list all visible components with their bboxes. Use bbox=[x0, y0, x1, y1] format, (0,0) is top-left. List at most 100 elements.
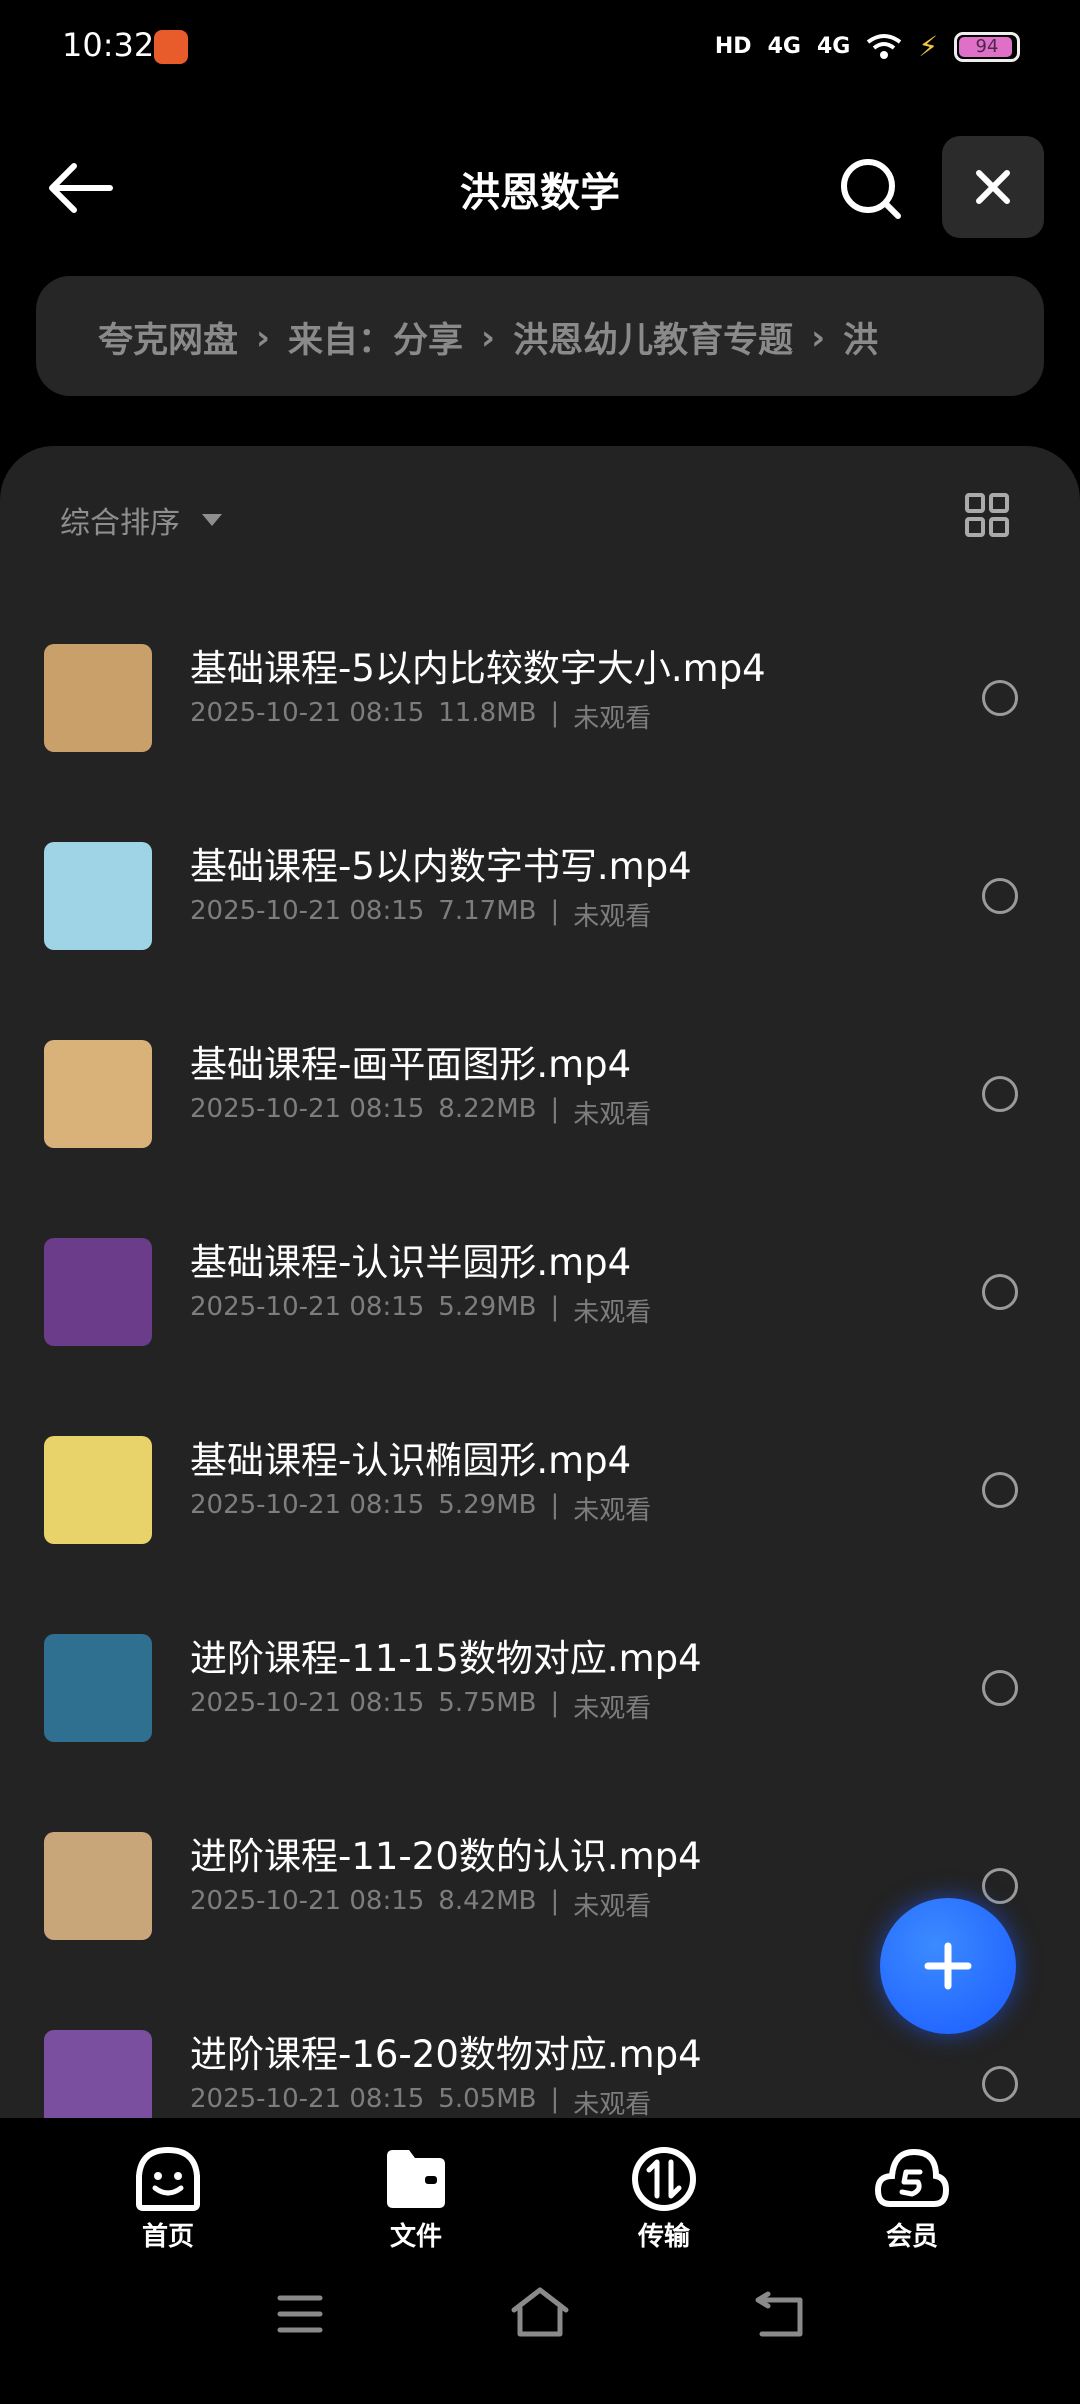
smile-icon bbox=[136, 2146, 200, 2211]
plus-icon bbox=[924, 1942, 972, 1990]
file-meta: 2025-10-21 08:15 5.75MB | 未观看 bbox=[190, 1688, 651, 1725]
watch-status: 未观看 bbox=[573, 704, 652, 734]
watch-status: 未观看 bbox=[573, 1298, 652, 1328]
file-list-panel: 综合排序 基础课程-5以内比较数字大小.mp4 2025-10-21 08:15 1… bbox=[0, 446, 1080, 2118]
breadcrumb-item-current[interactable]: 洪 bbox=[843, 312, 878, 363]
charging-icon: ⚡ bbox=[918, 30, 938, 63]
system-nav-bar bbox=[0, 2258, 1080, 2404]
file-date: 2025-10-21 08:15 bbox=[190, 1688, 425, 1718]
file-row[interactable]: 进阶课程-11-15数物对应.mp4 2025-10-21 08:15 5.75MB… bbox=[0, 1586, 1080, 1784]
tab-home[interactable]: 首页 bbox=[98, 2146, 238, 2253]
watch-status: 未观看 bbox=[573, 902, 652, 932]
transfer-icon bbox=[632, 2147, 696, 2211]
caret-down-icon bbox=[202, 514, 222, 526]
menu-icon[interactable] bbox=[276, 2292, 324, 2336]
back-icon[interactable] bbox=[754, 2290, 806, 2338]
breadcrumb-item-root[interactable]: 夸克网盘 bbox=[98, 312, 238, 363]
video-thumbnail bbox=[44, 2030, 152, 2118]
file-date: 2025-10-21 08:15 bbox=[190, 1094, 425, 1124]
status-time: 10:32 bbox=[62, 26, 155, 64]
chevron-right-icon: › bbox=[256, 317, 271, 358]
file-row[interactable]: 基础课程-认识椭圆形.mp4 2025-10-21 08:15 5.29MB | 未观看 bbox=[0, 1388, 1080, 1586]
file-meta: 2025-10-21 08:15 11.8MB | 未观看 bbox=[190, 698, 651, 735]
file-name: 基础课程-画平面图形.mp4 bbox=[190, 1043, 632, 1086]
file-name: 基础课程-5以内数字书写.mp4 bbox=[190, 845, 692, 888]
meta-divider: | bbox=[550, 1886, 560, 1916]
file-meta: 2025-10-21 08:15 8.42MB | 未观看 bbox=[190, 1886, 651, 1923]
search-icon[interactable] bbox=[838, 156, 904, 222]
header: 洪恩数学 bbox=[0, 130, 1080, 240]
file-size: 5.75MB bbox=[438, 1688, 537, 1718]
file-size: 11.8MB bbox=[438, 698, 537, 728]
video-thumbnail bbox=[44, 644, 152, 752]
watch-status: 未观看 bbox=[573, 1496, 652, 1526]
close-icon bbox=[976, 170, 1010, 204]
meta-divider: | bbox=[550, 1292, 560, 1322]
tab-transfer-label: 传输 bbox=[637, 2222, 690, 2252]
file-size: 8.22MB bbox=[438, 1094, 537, 1124]
video-thumbnail bbox=[44, 842, 152, 950]
sort-label: 综合排序 bbox=[60, 506, 180, 541]
watch-status: 未观看 bbox=[573, 1100, 652, 1130]
video-thumbnail bbox=[44, 1832, 152, 1940]
file-row[interactable]: 基础课程-5以内比较数字大小.mp4 2025-10-21 08:15 11.8MB… bbox=[0, 596, 1080, 794]
tab-transfer[interactable]: 传输 bbox=[594, 2146, 734, 2253]
file-row[interactable]: 基础课程-画平面图形.mp4 2025-10-21 08:15 8.22MB | 未观看 bbox=[0, 992, 1080, 1190]
wifi-icon bbox=[867, 33, 902, 59]
video-thumbnail bbox=[44, 1634, 152, 1742]
select-radio[interactable] bbox=[982, 680, 1018, 716]
page-title: 洪恩数学 bbox=[460, 170, 620, 216]
watch-status: 未观看 bbox=[573, 1694, 652, 1724]
status-bar: 10:32 HD 4G 4G ⚡ 94 bbox=[0, 0, 1080, 100]
chevron-right-icon: › bbox=[481, 317, 496, 358]
cloud-s-icon bbox=[874, 2148, 950, 2207]
breadcrumb-item-share[interactable]: 来自：分享 bbox=[288, 312, 463, 363]
battery-icon: 94 bbox=[954, 31, 1020, 62]
file-meta: 2025-10-21 08:15 8.22MB | 未观看 bbox=[190, 1094, 651, 1131]
battery-level: 94 bbox=[975, 35, 999, 57]
file-meta: 2025-10-21 08:15 5.05MB | 未观看 bbox=[190, 2084, 651, 2118]
add-button[interactable] bbox=[880, 1898, 1016, 2034]
file-size: 7.17MB bbox=[438, 896, 537, 926]
breadcrumb: 夸克网盘 › 来自：分享 › 洪恩幼儿教育专题 › 洪 bbox=[36, 276, 1044, 396]
file-date: 2025-10-21 08:15 bbox=[190, 896, 425, 926]
chevron-right-icon: › bbox=[811, 317, 826, 358]
meta-divider: | bbox=[550, 1688, 560, 1718]
video-thumbnail bbox=[44, 1436, 152, 1544]
tab-vip[interactable]: 会员 bbox=[842, 2146, 982, 2253]
bottom-tab-bar: 首页 文件 传输 会员 bbox=[0, 2118, 1080, 2258]
watch-status: 未观看 bbox=[573, 2090, 652, 2118]
select-radio[interactable] bbox=[982, 878, 1018, 914]
select-radio[interactable] bbox=[982, 1472, 1018, 1508]
sort-dropdown[interactable]: 综合排序 bbox=[60, 498, 222, 542]
select-radio[interactable] bbox=[982, 1076, 1018, 1112]
file-date: 2025-10-21 08:15 bbox=[190, 2084, 425, 2114]
hd-icon: HD bbox=[714, 34, 752, 59]
file-row[interactable]: 基础课程-5以内数字书写.mp4 2025-10-21 08:15 7.17MB | 未… bbox=[0, 794, 1080, 992]
select-radio[interactable] bbox=[982, 1868, 1018, 1904]
meta-divider: | bbox=[550, 698, 560, 728]
select-radio[interactable] bbox=[982, 1670, 1018, 1706]
file-name: 基础课程-5以内比较数字大小.mp4 bbox=[190, 647, 766, 690]
file-row[interactable]: 基础课程-认识半圆形.mp4 2025-10-21 08:15 5.29MB | 未观看 bbox=[0, 1190, 1080, 1388]
close-button[interactable] bbox=[942, 136, 1044, 238]
select-radio[interactable] bbox=[982, 1274, 1018, 1310]
select-radio[interactable] bbox=[982, 2066, 1018, 2102]
tab-files[interactable]: 文件 bbox=[346, 2146, 486, 2253]
meta-divider: | bbox=[550, 1094, 560, 1124]
file-name: 进阶课程-16-20数物对应.mp4 bbox=[190, 2033, 702, 2076]
file-size: 5.29MB bbox=[438, 1490, 537, 1520]
file-date: 2025-10-21 08:15 bbox=[190, 698, 425, 728]
file-meta: 2025-10-21 08:15 7.17MB | 未观看 bbox=[190, 896, 651, 933]
meta-divider: | bbox=[550, 896, 560, 926]
breadcrumb-item-topic[interactable]: 洪恩幼儿教育专题 bbox=[513, 312, 793, 363]
grid-view-icon[interactable] bbox=[964, 492, 1010, 538]
file-date: 2025-10-21 08:15 bbox=[190, 1490, 425, 1520]
tab-home-label: 首页 bbox=[141, 2222, 194, 2252]
video-thumbnail bbox=[44, 1040, 152, 1148]
file-size: 8.42MB bbox=[438, 1886, 537, 1916]
file-meta: 2025-10-21 08:15 5.29MB | 未观看 bbox=[190, 1490, 651, 1527]
file-date: 2025-10-21 08:15 bbox=[190, 1292, 425, 1322]
file-meta: 2025-10-21 08:15 5.29MB | 未观看 bbox=[190, 1292, 651, 1329]
home-icon[interactable] bbox=[510, 2286, 570, 2338]
